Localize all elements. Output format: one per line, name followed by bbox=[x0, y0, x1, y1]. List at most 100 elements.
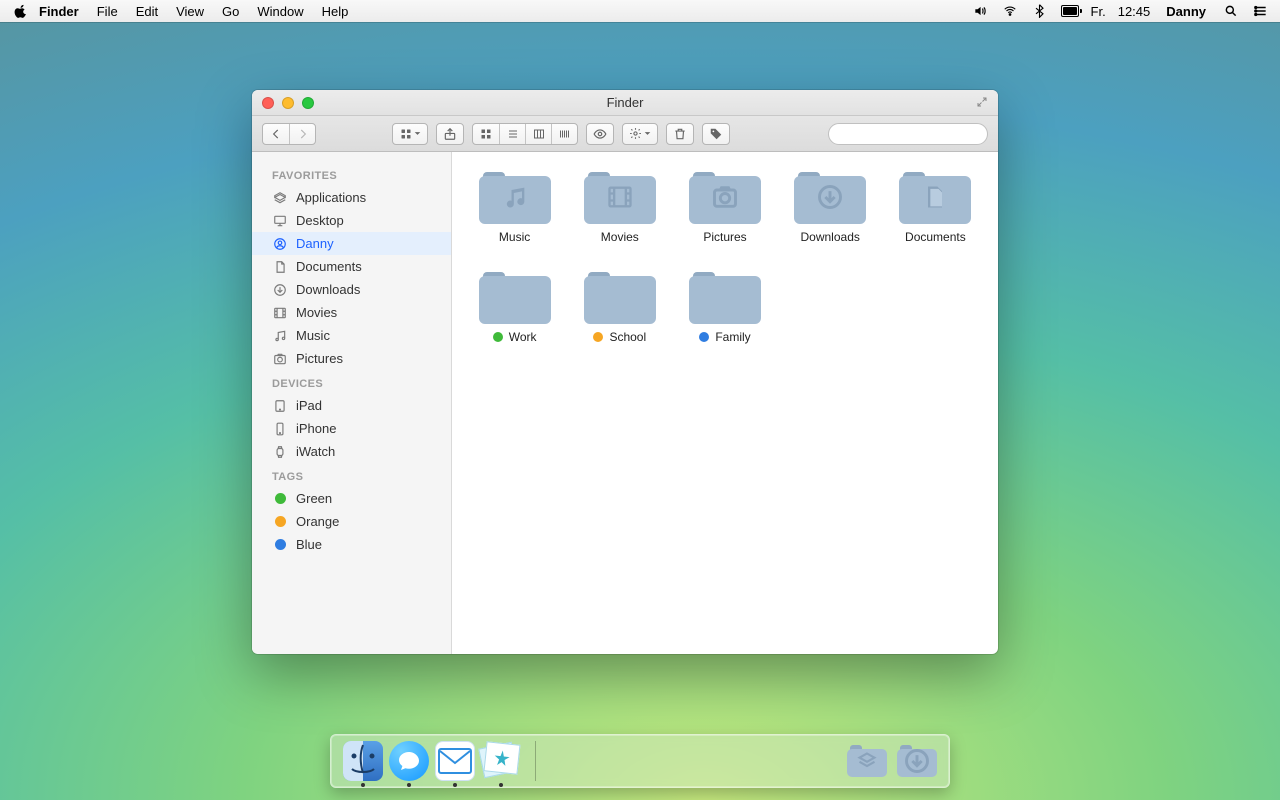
sidebar-item-label: Pictures bbox=[296, 351, 343, 366]
view-buttons bbox=[472, 123, 578, 145]
folder-label: Pictures bbox=[703, 230, 746, 244]
titlebar[interactable]: Finder bbox=[252, 90, 998, 116]
desktop-icon bbox=[272, 213, 288, 229]
menu-go[interactable]: Go bbox=[213, 0, 248, 22]
sidebar-item-label: iPhone bbox=[296, 421, 336, 436]
ipad-icon bbox=[272, 398, 288, 414]
folder-icon bbox=[479, 170, 551, 224]
fullscreen-icon[interactable] bbox=[976, 96, 988, 111]
dock-mail[interactable] bbox=[435, 741, 475, 781]
folder-icon bbox=[584, 270, 656, 324]
sidebar-item-blue[interactable]: Blue bbox=[252, 533, 451, 556]
download-icon bbox=[272, 282, 288, 298]
sidebar-section-title: DEVICES bbox=[252, 370, 451, 394]
dock-downloads-folder[interactable] bbox=[897, 741, 937, 781]
sidebar-item-pictures[interactable]: Pictures bbox=[252, 347, 451, 370]
bluetooth-icon[interactable] bbox=[1031, 0, 1049, 22]
sidebar-item-orange[interactable]: Orange bbox=[252, 510, 451, 533]
sidebar-item-movies[interactable]: Movies bbox=[252, 301, 451, 324]
sidebar-item-label: Movies bbox=[296, 305, 337, 320]
menu-window[interactable]: Window bbox=[248, 0, 312, 22]
dock bbox=[330, 734, 950, 788]
folder-label: Movies bbox=[601, 230, 639, 244]
folder-icon bbox=[584, 170, 656, 224]
menu-view[interactable]: View bbox=[167, 0, 213, 22]
forward-button[interactable] bbox=[289, 124, 315, 144]
sidebar-item-iphone[interactable]: iPhone bbox=[252, 417, 451, 440]
sidebar-item-label: Green bbox=[296, 491, 332, 506]
sidebar-item-green[interactable]: Green bbox=[252, 487, 451, 510]
folder-school[interactable]: School bbox=[569, 270, 670, 344]
dock-app-store-folder[interactable] bbox=[847, 741, 887, 781]
menubar-day[interactable]: Fr. bbox=[1091, 0, 1106, 22]
search-input[interactable] bbox=[843, 127, 998, 141]
sidebar-item-music[interactable]: Music bbox=[252, 324, 451, 347]
sidebar-item-documents[interactable]: Documents bbox=[252, 255, 451, 278]
music-icon bbox=[272, 328, 288, 344]
folder-label: Downloads bbox=[801, 230, 860, 244]
sidebar-item-iwatch[interactable]: iWatch bbox=[252, 440, 451, 463]
dock-finder[interactable] bbox=[343, 741, 383, 781]
folder-family[interactable]: Family bbox=[674, 270, 775, 344]
user-icon bbox=[272, 236, 288, 252]
search-field[interactable] bbox=[828, 123, 988, 145]
folder-label: Music bbox=[499, 230, 530, 244]
folder-documents[interactable]: Documents bbox=[885, 170, 986, 244]
battery-icon[interactable] bbox=[1061, 0, 1079, 22]
menubar-time[interactable]: 12:45 bbox=[1118, 0, 1151, 22]
folder-label: Documents bbox=[905, 230, 966, 244]
folder-music[interactable]: Music bbox=[464, 170, 565, 244]
volume-icon[interactable] bbox=[971, 0, 989, 22]
folder-downloads[interactable]: Downloads bbox=[780, 170, 881, 244]
spotlight-icon[interactable] bbox=[1222, 0, 1240, 22]
apple-menu[interactable] bbox=[12, 0, 30, 22]
sidebar-item-ipad[interactable]: iPad bbox=[252, 394, 451, 417]
view-coverflow[interactable] bbox=[551, 124, 577, 144]
path-button[interactable] bbox=[392, 123, 428, 145]
back-button[interactable] bbox=[263, 124, 289, 144]
tag-dot-icon bbox=[272, 514, 288, 530]
folder-work[interactable]: Work bbox=[464, 270, 565, 344]
action-button[interactable] bbox=[622, 123, 658, 145]
folder-label: School bbox=[593, 330, 646, 344]
wifi-icon[interactable] bbox=[1001, 0, 1019, 22]
zoom-button[interactable] bbox=[302, 97, 314, 109]
toolbar bbox=[252, 116, 998, 152]
sidebar-item-desktop[interactable]: Desktop bbox=[252, 209, 451, 232]
iwatch-icon bbox=[272, 444, 288, 460]
sidebar-item-label: Blue bbox=[296, 537, 322, 552]
movies-icon bbox=[272, 305, 288, 321]
sidebar-item-downloads[interactable]: Downloads bbox=[252, 278, 451, 301]
menubar-app[interactable]: Finder bbox=[30, 0, 88, 22]
window-title: Finder bbox=[607, 95, 644, 110]
pictures-icon bbox=[272, 351, 288, 367]
doc-icon bbox=[272, 259, 288, 275]
view-list[interactable] bbox=[499, 124, 525, 144]
delete-button[interactable] bbox=[666, 123, 694, 145]
share-button[interactable] bbox=[436, 123, 464, 145]
content-area[interactable]: Music Movies Pictures Downloads Documents Wor… bbox=[452, 152, 998, 654]
nav-buttons bbox=[262, 123, 316, 145]
menu-edit[interactable]: Edit bbox=[127, 0, 167, 22]
menu-file[interactable]: File bbox=[88, 0, 127, 22]
sidebar-item-danny[interactable]: Danny bbox=[252, 232, 451, 255]
sidebar-item-applications[interactable]: Applications bbox=[252, 186, 451, 209]
close-button[interactable] bbox=[262, 97, 274, 109]
notification-center-icon[interactable] bbox=[1252, 0, 1270, 22]
view-columns[interactable] bbox=[525, 124, 551, 144]
folder-movies[interactable]: Movies bbox=[569, 170, 670, 244]
minimize-button[interactable] bbox=[282, 97, 294, 109]
tags-button[interactable] bbox=[702, 123, 730, 145]
sidebar-section-title: TAGS bbox=[252, 463, 451, 487]
menubar: Finder File Edit View Go Window Help Fr.… bbox=[0, 0, 1280, 22]
folder-icon bbox=[689, 170, 761, 224]
view-icons[interactable] bbox=[473, 124, 499, 144]
menubar-user[interactable]: Danny bbox=[1162, 0, 1210, 22]
dock-photos[interactable] bbox=[481, 741, 521, 781]
menu-help[interactable]: Help bbox=[313, 0, 358, 22]
quicklook-button[interactable] bbox=[586, 123, 614, 145]
folder-pictures[interactable]: Pictures bbox=[674, 170, 775, 244]
folder-icon bbox=[479, 270, 551, 324]
dock-messages[interactable] bbox=[389, 741, 429, 781]
sidebar-item-label: Desktop bbox=[296, 213, 344, 228]
